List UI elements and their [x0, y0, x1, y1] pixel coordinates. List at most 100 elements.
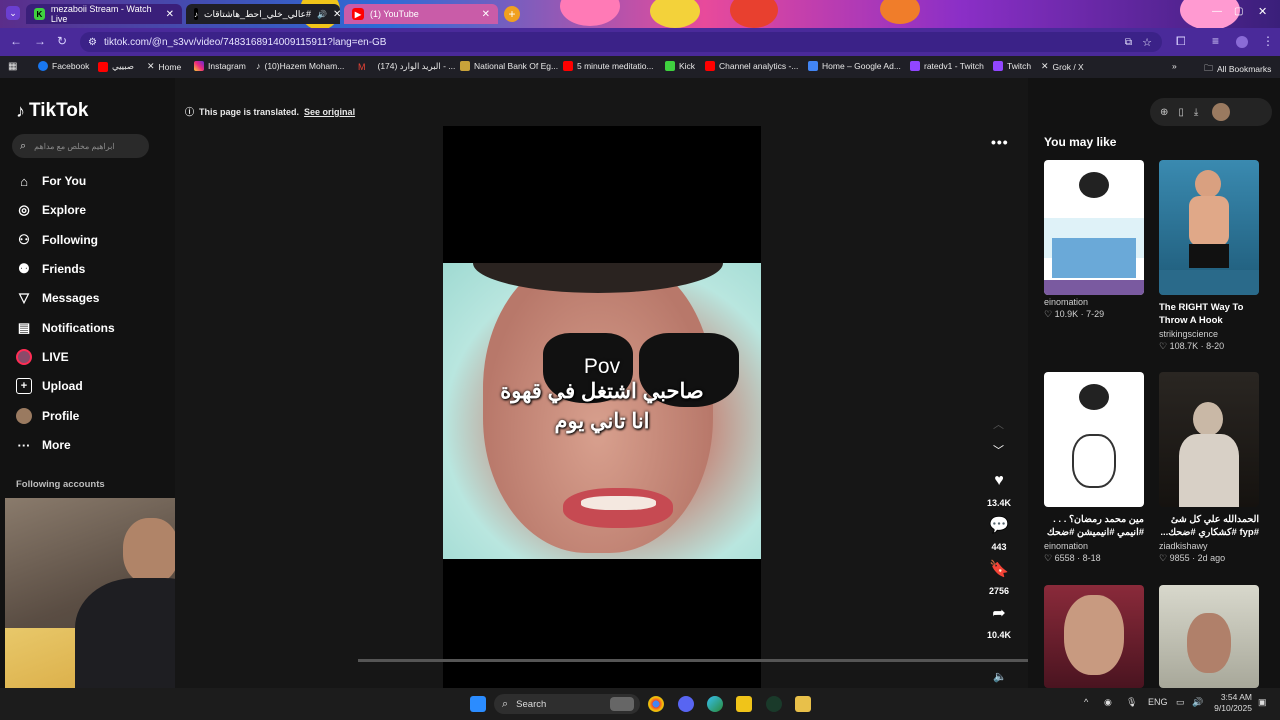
app-icon[interactable] — [766, 696, 782, 712]
volume-icon[interactable]: 🔊 — [1192, 697, 1203, 708]
card-title[interactable]: الحمدالله علي كل شئ #fyp #كشكاري #ضحك... — [1159, 513, 1259, 539]
chevron-up-icon[interactable]: ︿ — [993, 416, 1004, 432]
minimize-button[interactable]: — — [1212, 6, 1222, 17]
recommendation-card[interactable] — [1044, 585, 1144, 688]
maximize-button[interactable]: ▢ — [1234, 6, 1243, 17]
tab-tiktok[interactable]: ♪ عالي_خلي_احط_هاشتاقات# 🔊 ✕ — [186, 4, 341, 24]
language-indicator[interactable]: ENG — [1148, 697, 1168, 707]
sidebar-item-following[interactable]: ⚇ Following — [16, 232, 98, 248]
close-icon[interactable]: ✕ — [333, 9, 341, 20]
search-input[interactable]: ⌕ ابراهيم مخلص مع مداهم — [12, 134, 149, 158]
video-progress-bar[interactable] — [358, 659, 1028, 662]
bookmark-grok[interactable]: ✕ Grok / X — [1041, 61, 1084, 72]
video-thumbnail[interactable] — [1159, 160, 1259, 295]
clock[interactable]: 3:54 AM 9/10/2025 — [1212, 692, 1252, 714]
tab-kick[interactable]: K mezaboii Stream - Watch Live ✕ — [26, 4, 182, 24]
recommendation-card[interactable]: الحمدالله علي كل شئ #fyp #كشكاري #ضحك...… — [1159, 372, 1259, 564]
bookmark-nbe[interactable]: National Bank Of Eg... — [460, 61, 558, 71]
forward-icon[interactable]: → — [34, 34, 46, 48]
new-tab-button[interactable]: + — [504, 6, 520, 22]
tab-youtube[interactable]: ▶ (1) YouTube ✕ — [344, 4, 498, 24]
avatar[interactable] — [1212, 103, 1231, 121]
bookmark-kick[interactable]: Kick — [665, 61, 695, 71]
tiktok-logo[interactable]: ♪ TikTok — [16, 100, 88, 122]
extensions-icon[interactable]: ⧠ — [1176, 34, 1186, 49]
see-original-link[interactable]: See original — [304, 107, 355, 117]
download-icon[interactable]: ⤓ — [1194, 107, 1198, 118]
menu-icon[interactable]: ⋮ — [1262, 34, 1274, 48]
sidebar-item-more[interactable]: ··· More — [16, 437, 71, 453]
close-icon[interactable]: ✕ — [482, 9, 490, 20]
star-icon[interactable]: ☆ — [1142, 36, 1152, 49]
card-author[interactable]: strikingscience — [1159, 329, 1259, 339]
url-bar[interactable]: ⚙ tiktok.com/@n_s3vv/video/7483168914009… — [80, 32, 1162, 52]
bookmark-google-ads[interactable]: Home – Google Ad... — [808, 61, 901, 71]
heart-icon[interactable]: ♥ — [994, 470, 1004, 492]
chrome-icon[interactable] — [648, 696, 664, 712]
bookmark-x-home[interactable]: ✕ Home — [147, 61, 181, 72]
bookmark-meditation[interactable]: 5 minute meditatio... — [563, 61, 654, 71]
sidebar-item-for-you[interactable]: ⌂ For You — [16, 173, 86, 189]
profile-avatar[interactable] — [1236, 36, 1248, 48]
bookmark-twitch-rated[interactable]: ratedv1 - Twitch — [910, 61, 984, 71]
sidebar-item-profile[interactable]: Profile — [16, 408, 79, 424]
sidebar-item-upload[interactable]: + Upload — [16, 378, 83, 394]
close-window-button[interactable]: ✕ — [1258, 5, 1267, 18]
video-thumbnail[interactable] — [1159, 372, 1259, 507]
bookmark-tiktok[interactable]: ♪ (10)Hazem Moham... — [256, 61, 344, 71]
video-frame[interactable]: Pov صاحبي اشتغل في قهوة انا تاني يوم — [443, 263, 761, 559]
reload-icon[interactable]: ↻ — [57, 34, 67, 48]
sidebar-item-notifications[interactable]: ▤ Notifications — [16, 320, 115, 336]
sidebar-item-friends[interactable]: ⚉ Friends — [16, 261, 85, 277]
site-info-icon[interactable]: ⚙ — [88, 37, 97, 48]
bookmark-gmail[interactable]: M (174) البريد الوارد - ... — [358, 61, 455, 72]
share-icon[interactable]: ➦ — [992, 602, 1005, 624]
video-thumbnail[interactable] — [1044, 585, 1144, 688]
video-thumbnail[interactable] — [1044, 160, 1144, 295]
chevron-down-icon[interactable]: ﹀ — [993, 442, 1004, 458]
windows-start-icon[interactable] — [470, 696, 486, 712]
file-explorer-icon[interactable] — [736, 696, 752, 712]
video-thumbnail[interactable] — [1044, 372, 1144, 507]
app-icon[interactable] — [795, 696, 811, 712]
sidebar-item-explore[interactable]: ◎ Explore — [16, 202, 86, 218]
card-author[interactable]: ziadkishawy — [1159, 541, 1259, 551]
bookmark-channel-analytics[interactable]: Channel analytics -... — [705, 61, 798, 71]
install-icon[interactable]: ⧉ — [1125, 37, 1132, 48]
reading-list-icon[interactable]: ≡ — [1212, 34, 1219, 48]
volume-icon[interactable]: 🔈 — [993, 670, 1007, 683]
card-author[interactable]: einomation — [1044, 541, 1144, 551]
card-title[interactable]: مين محمد رمضان؟ . . . #انيمي #انيميشن #ض… — [1044, 513, 1144, 539]
bookmark-youtube-1[interactable]: صبييي — [98, 61, 134, 72]
edge-icon[interactable] — [707, 696, 723, 712]
coin-icon[interactable]: ⊕ — [1160, 107, 1168, 118]
recommendation-card[interactable]: مين محمد رمضان؟ . . . #انيمي #انيميشن #ض… — [1044, 372, 1144, 564]
audio-icon[interactable]: 🔊 — [317, 10, 327, 19]
video-thumbnail[interactable] — [1159, 585, 1259, 688]
tray-chevron-icon[interactable]: ^ — [1084, 697, 1088, 707]
bookmark-twitch[interactable]: Twitch — [993, 61, 1031, 71]
card-author[interactable]: einomation — [1044, 297, 1144, 307]
close-icon[interactable]: ✕ — [166, 9, 174, 20]
back-icon[interactable]: ← — [10, 34, 22, 48]
more-options-icon[interactable]: ••• — [991, 134, 1009, 150]
recommendation-card[interactable] — [1159, 585, 1259, 688]
tab-search-icon[interactable]: ⌄ — [6, 6, 20, 20]
discord-icon[interactable] — [678, 696, 694, 712]
recommendation-card[interactable]: einomation ♡ 10.9K · 7-29 — [1044, 160, 1144, 320]
sidebar-item-live[interactable]: LIVE — [16, 349, 69, 365]
all-bookmarks[interactable]: 🗀 All Bookmarks — [1204, 61, 1271, 77]
notifications-icon[interactable]: ▣ — [1258, 697, 1267, 708]
sidebar-item-messages[interactable]: ▽ Messages — [16, 290, 99, 306]
recommendation-card[interactable]: The RIGHT Way To Throw A Hook strikingsc… — [1159, 160, 1259, 352]
comment-icon[interactable]: 💬 — [989, 514, 1009, 536]
url-text[interactable]: tiktok.com/@n_s3vv/video/748316891400911… — [104, 37, 386, 48]
bookmark-instagram[interactable]: Instagram — [194, 61, 246, 71]
mic-icon[interactable]: 🎙 — [1126, 697, 1137, 708]
discord-tray-icon[interactable]: ◉ — [1104, 697, 1112, 708]
bookmark-icon[interactable]: 🔖 — [989, 558, 1009, 580]
bookmark-facebook[interactable]: Facebook — [38, 61, 89, 71]
more-bookmarks-icon[interactable]: » — [1172, 61, 1177, 71]
device-icon[interactable]: ▯ — [1178, 107, 1184, 118]
card-title[interactable]: The RIGHT Way To Throw A Hook — [1159, 301, 1259, 327]
